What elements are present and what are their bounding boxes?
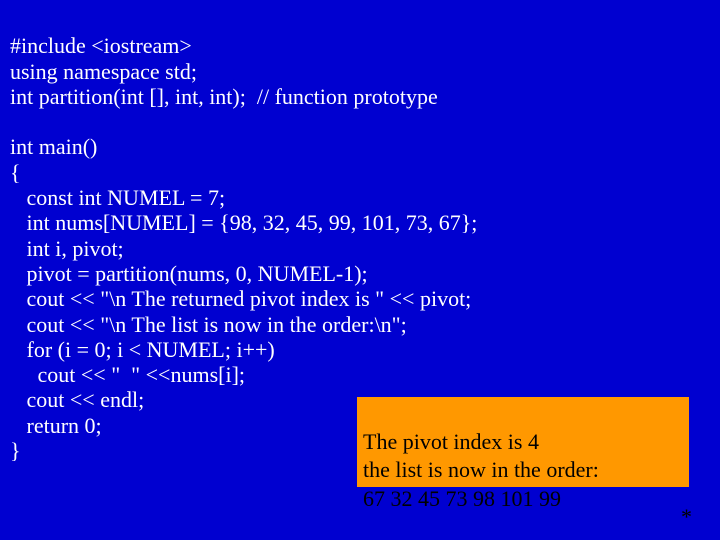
code-line: int i, pivot;	[10, 236, 124, 261]
code-line: cout << " " <<nums[i];	[10, 362, 245, 387]
code-line: using namespace std;	[10, 59, 197, 84]
output-line: the list is now in the order:	[363, 457, 599, 482]
code-line: {	[10, 160, 21, 185]
footnote-asterisk: *	[681, 504, 692, 530]
code-line: pivot = partition(nums, 0, NUMEL-1);	[10, 261, 368, 286]
code-line: for (i = 0; i < NUMEL; i++)	[10, 337, 275, 362]
code-line: return 0;	[10, 413, 102, 438]
code-line: cout << endl;	[10, 387, 144, 412]
code-line: #include <iostream>	[10, 33, 192, 58]
code-line: int main()	[10, 134, 97, 159]
output-line: 67 32 45 73 98 101 99	[363, 486, 561, 511]
code-line: cout << "\n The returned pivot index is …	[10, 286, 471, 311]
output-line: The pivot index is 4	[363, 429, 539, 454]
output-box: The pivot index is 4 the list is now in …	[357, 397, 689, 487]
code-line: int partition(int [], int, int); // func…	[10, 84, 438, 109]
code-line: const int NUMEL = 7;	[10, 185, 225, 210]
code-line: cout << "\n The list is now in the order…	[10, 312, 407, 337]
code-block: #include <iostream> using namespace std;…	[10, 8, 477, 463]
code-line: }	[10, 438, 21, 463]
code-line: int nums[NUMEL] = {98, 32, 45, 99, 101, …	[10, 210, 477, 235]
